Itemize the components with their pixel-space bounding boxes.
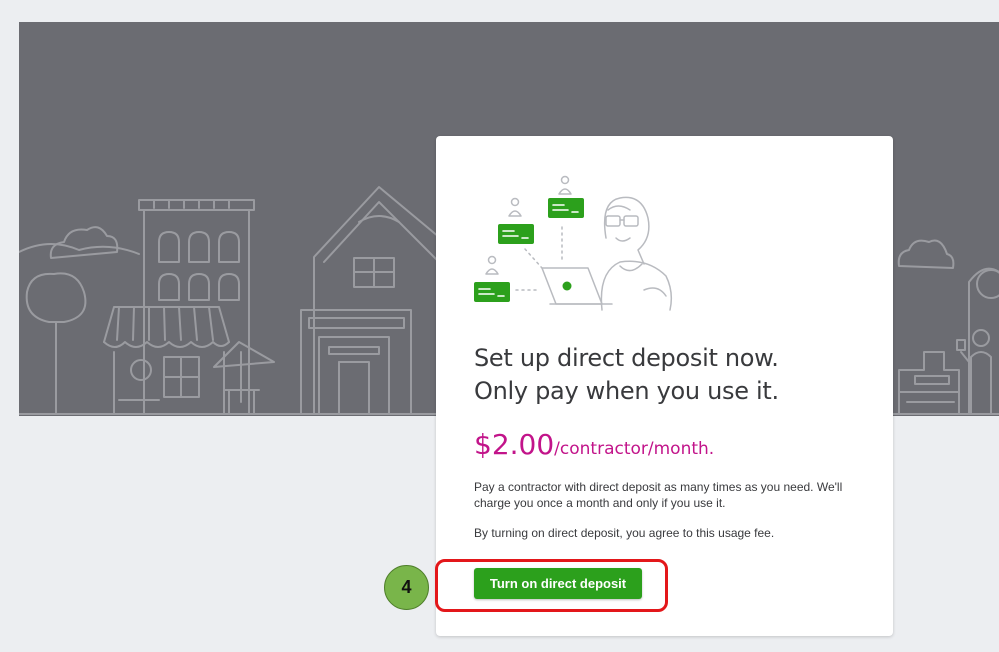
contractors-payment-illustration	[474, 175, 673, 311]
price-unit: /contractor/month.	[554, 439, 715, 459]
headline-line-2: Only pay when you use it.	[474, 377, 779, 405]
fee-agreement-text: By turning on direct deposit, you agree …	[474, 526, 775, 540]
price-label: $2.00/contractor/month.	[474, 428, 714, 461]
price-amount: $2.00	[474, 428, 555, 461]
fee-description: Pay a contractor with direct deposit as …	[474, 480, 843, 510]
highlight-box	[435, 559, 668, 612]
headline-line-1: Set up direct deposit now.	[474, 344, 779, 372]
card-headline: Set up direct deposit now. Only pay when…	[474, 342, 874, 408]
step-number-badge: 4	[384, 565, 429, 610]
